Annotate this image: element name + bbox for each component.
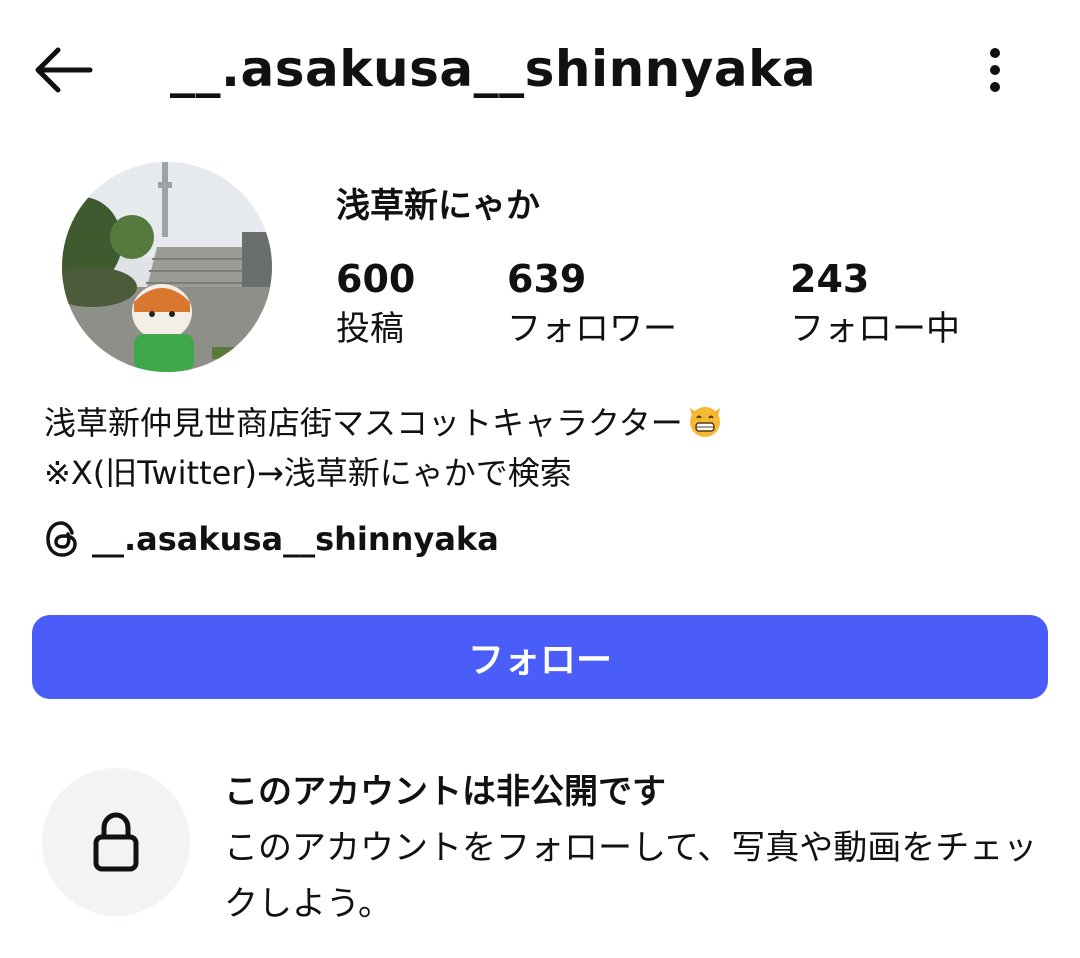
avatar-photo [62, 162, 272, 372]
threads-icon [46, 521, 77, 557]
bio: 浅草新仲見世商店街マスコットキャラクター ※X(旧Twitter)→浅草新にゃか… [44, 400, 725, 495]
posts-count: 600 [336, 257, 416, 301]
lock-badge [42, 768, 190, 916]
avatar[interactable] [62, 162, 272, 372]
threads-handle: __.asakusa__shinnyaka [92, 520, 499, 558]
page-title: __.asakusa__shinnyaka [170, 40, 817, 98]
follow-button[interactable]: フォロー [32, 615, 1048, 699]
back-button[interactable] [28, 40, 100, 100]
stat-posts: 600 投稿 [336, 255, 415, 355]
followers-label: フォロワー [507, 309, 677, 349]
private-account-description: このアカウントをフォローして、写真や動画をチェックしよう。 [224, 828, 1038, 924]
stat-followers[interactable]: 639 フォロワー [507, 255, 677, 355]
bio-line-1: 浅草新仲見世商店街マスコットキャラクター [44, 400, 725, 451]
private-account-title: このアカウントは非公開です [224, 772, 666, 812]
display-name: 浅草新にゃか [336, 186, 540, 226]
more-vertical-icon [990, 48, 1000, 92]
posts-label: 投稿 [336, 309, 404, 349]
threads-link[interactable]: __.asakusa__shinnyaka [44, 517, 499, 561]
followers-count: 639 [507, 257, 587, 301]
stat-following[interactable]: 243 フォロー中 [790, 255, 960, 355]
lock-icon [93, 812, 139, 872]
more-options-button[interactable] [968, 40, 1022, 100]
following-label: フォロー中 [790, 309, 960, 349]
grinning-cat-emoji-icon [685, 400, 725, 451]
following-count: 243 [790, 257, 870, 301]
bio-line-1-text: 浅草新仲見世商店街マスコットキャラクター [44, 404, 683, 442]
arrow-left-icon [35, 47, 93, 93]
bio-line-2: ※X(旧Twitter)→浅草新にゃかで検索 [44, 454, 572, 492]
